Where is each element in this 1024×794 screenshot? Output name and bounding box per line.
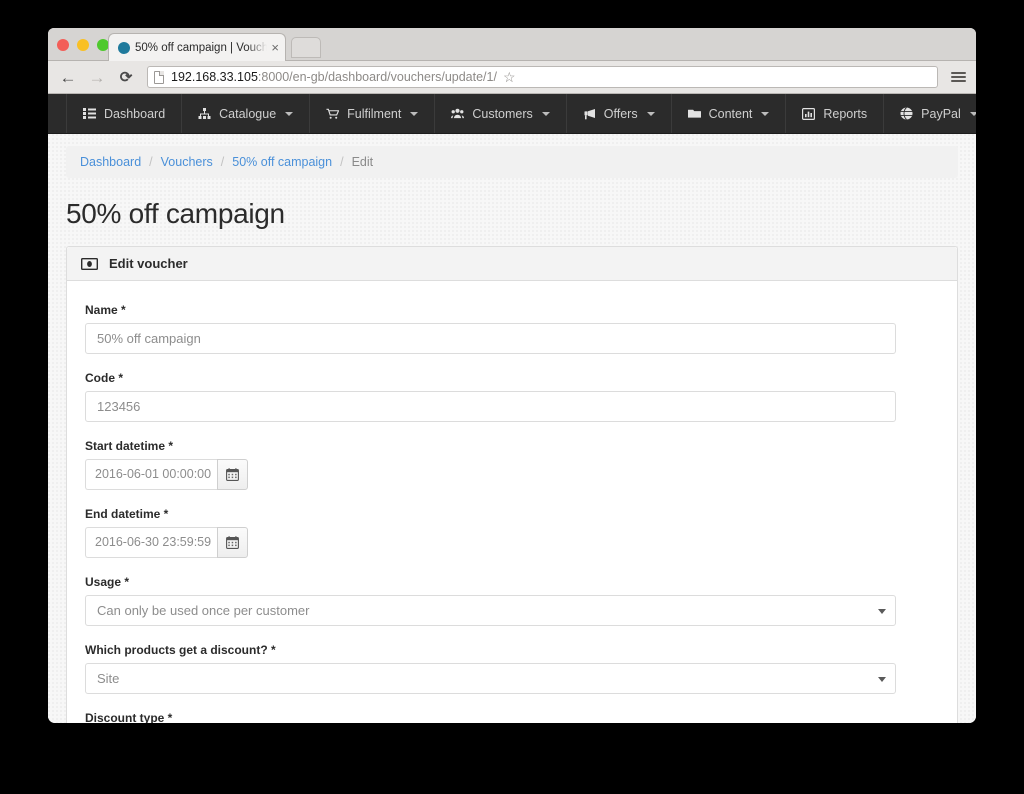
- code-label: Code *: [85, 371, 124, 385]
- money-icon: [81, 257, 98, 270]
- new-tab-button[interactable]: [291, 37, 321, 58]
- nav-item-offers[interactable]: Offers: [567, 94, 672, 133]
- minimize-window-button[interactable]: [77, 39, 89, 51]
- nav-item-fulfilment[interactable]: Fulfilment: [310, 94, 436, 133]
- start-datetime-label: Start datetime *: [85, 439, 174, 453]
- browser-tab[interactable]: 50% off campaign | Vouchers ×: [108, 33, 286, 61]
- form-group-start-datetime: Start datetime * 2016-06-01 00:00:00: [85, 439, 939, 490]
- circle-favicon-icon: [118, 41, 130, 54]
- which-products-select[interactable]: Site: [85, 663, 896, 694]
- nav-item-paypal[interactable]: PayPal: [884, 94, 976, 133]
- globe-icon: [900, 107, 913, 120]
- browser-window: 50% off campaign | Vouchers × ← → ⟳ 192.…: [48, 28, 976, 723]
- end-datetime-label: End datetime *: [85, 507, 169, 521]
- close-icon[interactable]: ×: [267, 41, 279, 54]
- nav-item-label: PayPal: [921, 106, 961, 121]
- form-group-end-datetime: End datetime * 2016-06-30 23:59:59: [85, 507, 939, 558]
- nav-item-label: Fulfilment: [347, 106, 402, 121]
- breadcrumb-item-dashboard[interactable]: Dashboard: [80, 155, 141, 169]
- chevron-down-icon: [410, 111, 419, 116]
- back-button[interactable]: ←: [58, 67, 78, 87]
- card-header-title: Edit voucher: [109, 256, 188, 271]
- form-group-code: Code * 123456: [85, 371, 939, 422]
- window-controls: [57, 39, 109, 51]
- nav-item-label: Reports: [823, 106, 868, 121]
- chevron-down-icon: [969, 111, 976, 116]
- usage-select-value: Can only be used once per customer: [97, 603, 310, 618]
- calendar-icon[interactable]: [217, 527, 248, 558]
- list-icon: [83, 107, 96, 120]
- breadcrumb-separator: /: [149, 155, 153, 169]
- name-input[interactable]: 50% off campaign: [85, 323, 896, 354]
- reload-button[interactable]: ⟳: [116, 67, 136, 87]
- nav-item-label: Dashboard: [104, 106, 166, 121]
- card-body: Name * 50% off campaign Code * 123456 St…: [67, 281, 957, 723]
- chart-icon: [802, 107, 816, 120]
- cart-icon: [326, 107, 340, 120]
- main-navigation: Dashboard Catalogue Fulfilment Customers…: [48, 94, 976, 134]
- breadcrumb-separator: /: [220, 155, 225, 169]
- bullhorn-icon: [583, 107, 596, 120]
- end-datetime-input[interactable]: 2016-06-30 23:59:59: [85, 527, 217, 558]
- forward-button[interactable]: →: [87, 67, 107, 87]
- close-window-button[interactable]: [57, 39, 69, 51]
- start-datetime-input[interactable]: 2016-06-01 00:00:00: [85, 459, 217, 490]
- end-datetime-group: 2016-06-30 23:59:59: [85, 527, 248, 558]
- chevron-down-icon: [285, 111, 294, 116]
- edit-voucher-card: Edit voucher Name * 50% off campaign Cod…: [66, 246, 958, 723]
- chevron-down-icon: [541, 111, 550, 116]
- breadcrumb-separator: /: [340, 155, 344, 169]
- form-group-usage: Usage * Can only be used once per custom…: [85, 575, 939, 626]
- chevron-down-icon: [878, 677, 886, 682]
- url-bar[interactable]: 192.168.33.105:8000/en-gb/dashboard/vouc…: [147, 66, 938, 88]
- nav-item-reports[interactable]: Reports: [786, 94, 885, 133]
- nav-item-customers[interactable]: Customers: [435, 94, 567, 133]
- page-document-icon: [154, 70, 164, 84]
- breadcrumb-item-vouchers[interactable]: Vouchers: [161, 155, 213, 169]
- which-products-label: Which products get a discount? *: [85, 643, 276, 657]
- nav-item-content[interactable]: Content: [672, 94, 787, 133]
- usage-label: Usage *: [85, 575, 130, 589]
- hamburger-menu-icon[interactable]: [951, 72, 966, 82]
- usage-select[interactable]: Can only be used once per customer: [85, 595, 896, 626]
- chevron-down-icon: [646, 111, 655, 116]
- page-title: 50% off campaign: [66, 198, 285, 229]
- url-text: 192.168.33.105:8000/en-gb/dashboard/vouc…: [171, 70, 497, 84]
- nav-item-label: Content: [708, 106, 753, 121]
- form-group-discount-type: Discount type * Percentage off of produc…: [85, 711, 939, 723]
- url-host: 192.168.33.105: [171, 70, 258, 84]
- browser-tabstrip: 50% off campaign | Vouchers ×: [48, 28, 976, 61]
- sitemap-icon: [198, 107, 211, 120]
- calendar-icon[interactable]: [217, 459, 248, 490]
- form-group-which-products: Which products get a discount? * Site: [85, 643, 939, 694]
- name-label: Name *: [85, 303, 126, 317]
- nav-item-label: Catalogue: [219, 106, 277, 121]
- tab-title: 50% off campaign | Vouchers: [135, 41, 267, 54]
- nav-item-label: Customers: [472, 106, 533, 121]
- breadcrumb: Dashboard / Vouchers / 50% off campaign …: [66, 146, 958, 178]
- folder-icon: [687, 107, 701, 120]
- breadcrumb-item-campaign[interactable]: 50% off campaign: [232, 155, 332, 169]
- discount-type-label: Discount type *: [85, 711, 173, 723]
- browser-toolbar: ← → ⟳ 192.168.33.105:8000/en-gb/dashboar…: [48, 61, 976, 94]
- chevron-down-icon: [878, 609, 886, 614]
- nav-item-catalogue[interactable]: Catalogue: [182, 94, 311, 133]
- start-datetime-group: 2016-06-01 00:00:00: [85, 459, 248, 490]
- chevron-down-icon: [761, 111, 770, 116]
- card-header: Edit voucher: [67, 247, 957, 281]
- nav-item-dashboard[interactable]: Dashboard: [66, 94, 183, 133]
- users-icon: [451, 107, 465, 120]
- page-viewport: Dashboard Catalogue Fulfilment Customers…: [48, 94, 976, 723]
- nav-item-label: Offers: [603, 106, 638, 121]
- form-group-name: Name * 50% off campaign: [85, 303, 939, 354]
- code-input[interactable]: 123456: [85, 391, 896, 422]
- bookmark-star-icon[interactable]: ☆: [503, 69, 516, 86]
- which-products-select-value: Site: [97, 671, 120, 686]
- breadcrumb-item-edit: Edit: [351, 155, 374, 169]
- url-path: :8000/en-gb/dashboard/vouchers/update/1/: [257, 70, 497, 84]
